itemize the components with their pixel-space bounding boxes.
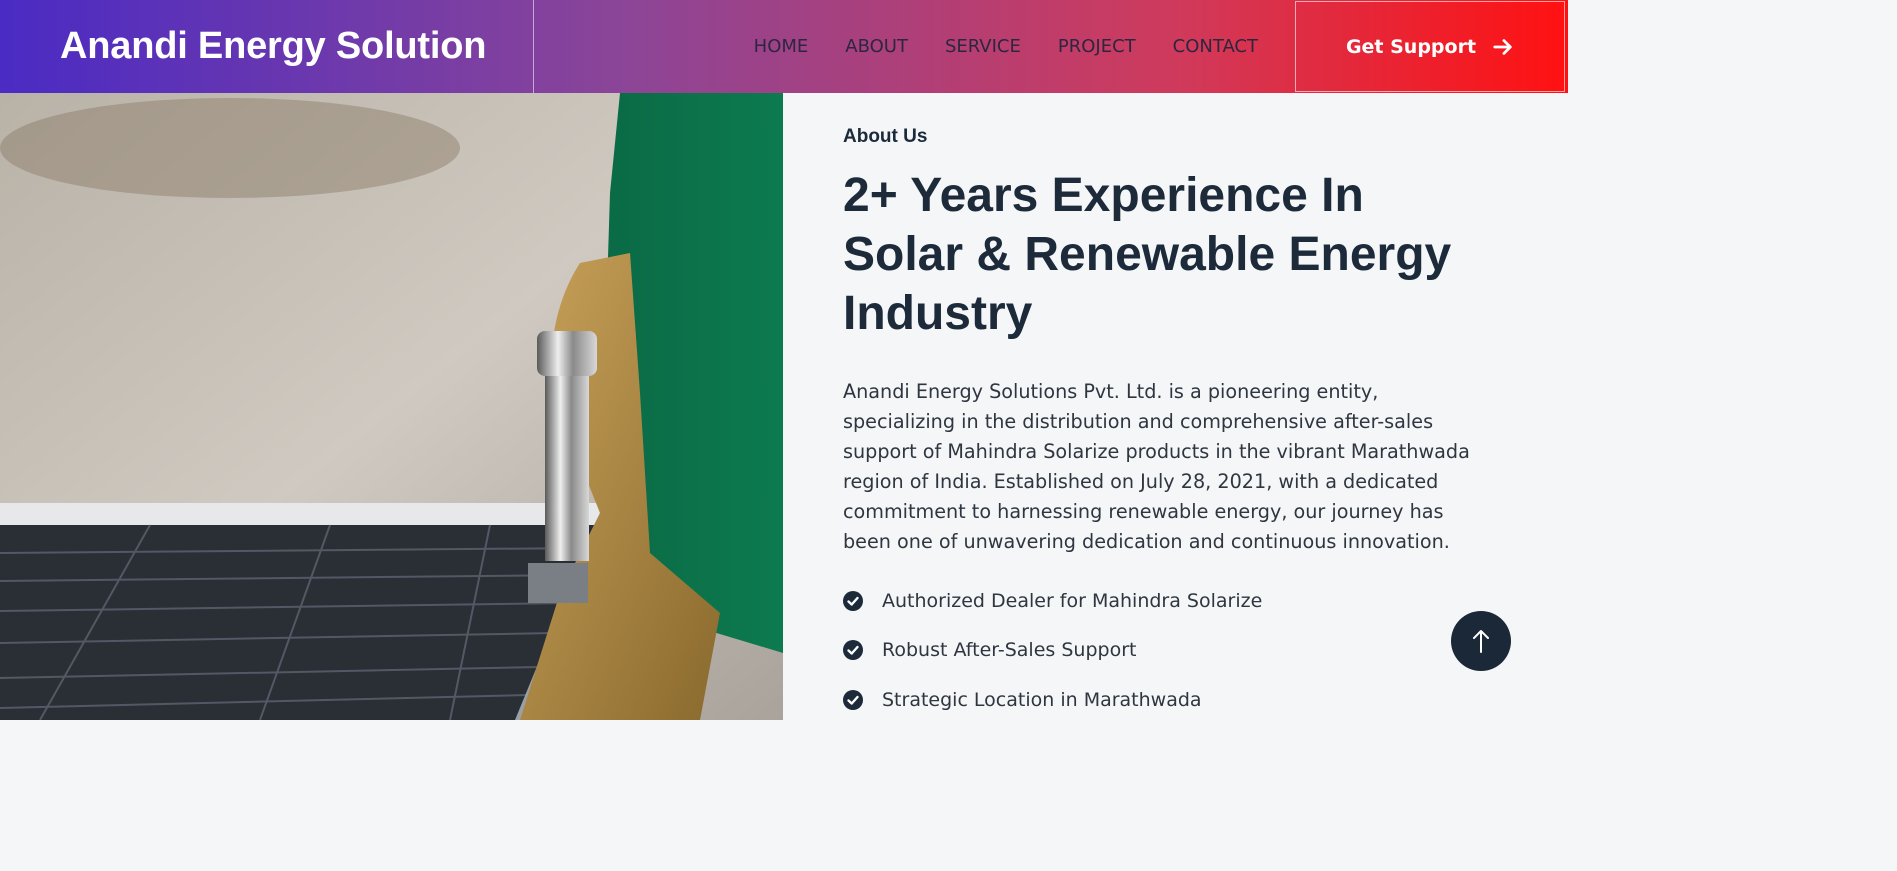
about-kicker: About Us	[843, 126, 928, 147]
about-section: About Us 2+ Years Experience In Solar & …	[843, 93, 1503, 725]
brand-name[interactable]: Anandi Energy Solution	[60, 25, 486, 68]
feature-list: Authorized Dealer for Mahindra Solarize …	[843, 576, 1503, 725]
back-to-top-button[interactable]	[1451, 611, 1511, 671]
top-navbar: Anandi Energy Solution HOME ABOUT SERVIC…	[0, 0, 1568, 93]
solar-panel-installation-image	[0, 93, 783, 720]
feature-item: Strategic Location in Marathwada	[843, 675, 1503, 725]
check-circle-icon	[843, 689, 863, 710]
check-circle-icon	[843, 640, 863, 661]
feature-label: Authorized Dealer for Mahindra Solarize	[882, 589, 1263, 612]
feature-item: Robust After-Sales Support	[843, 626, 1503, 676]
about-headline: 2+ Years Experience In Solar & Renewable…	[843, 169, 1452, 340]
nav-service-link[interactable]: SERVICE	[945, 36, 1021, 57]
arrow-right-icon	[1493, 38, 1512, 55]
main-nav: HOME ABOUT SERVICE PROJECT CONTACT	[754, 0, 1258, 93]
nav-home-link[interactable]: HOME	[754, 36, 809, 57]
get-support-label: Get Support	[1345, 35, 1477, 58]
feature-label: Strategic Location in Marathwada	[882, 688, 1202, 711]
brand-logo[interactable]: Anandi Energy Solution	[0, 0, 534, 93]
arrow-up-icon	[1473, 630, 1489, 653]
nav-contact-link[interactable]: CONTACT	[1173, 36, 1258, 57]
check-circle-icon	[843, 590, 863, 611]
feature-item: Authorized Dealer for Mahindra Solarize	[843, 576, 1503, 626]
feature-label: Robust After-Sales Support	[882, 639, 1137, 662]
about-description: Anandi Energy Solutions Pvt. Ltd. is a p…	[843, 380, 1470, 553]
nav-project-link[interactable]: PROJECT	[1058, 36, 1136, 57]
nav-about-link[interactable]: ABOUT	[845, 36, 908, 57]
get-support-button[interactable]: Get Support	[1295, 1, 1565, 92]
